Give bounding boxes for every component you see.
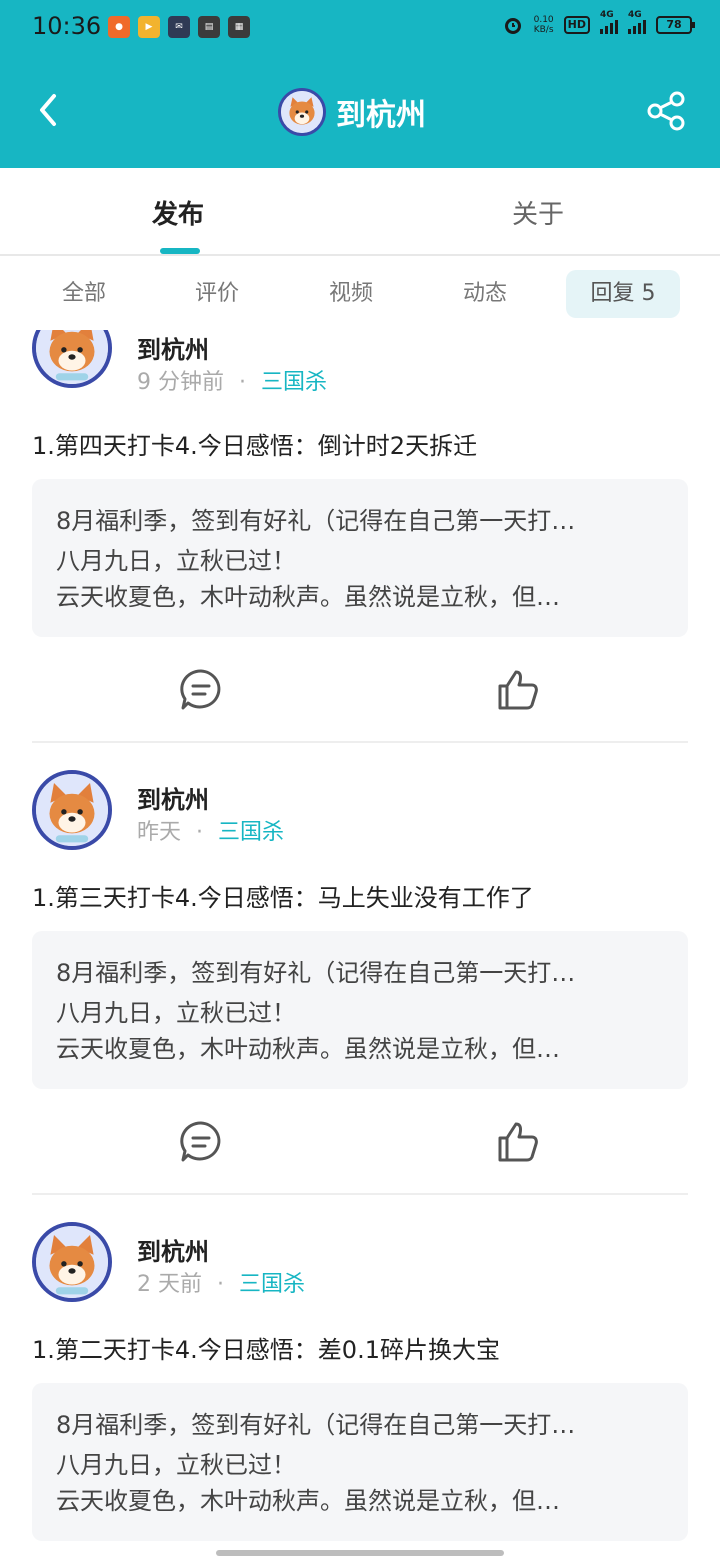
post-time: 2 天前 — [137, 1272, 202, 1297]
post-time: 9 分钟前 — [137, 370, 224, 395]
shiba-avatar-icon — [281, 91, 323, 133]
filter-bar: 全部 评价 视频 动态 回复 5 — [0, 256, 720, 330]
filter-videos[interactable]: 视频 — [329, 270, 373, 318]
meta-separator: · — [239, 370, 246, 395]
filter-moments[interactable]: 动态 — [463, 270, 507, 318]
quote-line: 八月九日，立秋已过！ — [56, 1451, 296, 1479]
filter-reviews[interactable]: 评价 — [195, 270, 239, 318]
status-right: 0.10 KB/s HD 4G 4G 78 — [502, 10, 695, 36]
post-time: 昨天 — [137, 820, 182, 845]
shiba-avatar-icon — [36, 1226, 108, 1298]
home-indicator[interactable] — [216, 1550, 504, 1556]
page-title: 到杭州 — [336, 98, 426, 133]
post-divider — [32, 1193, 688, 1195]
shiba-avatar-icon — [36, 774, 108, 846]
status-bar: 10:36 ● ▶ ✉ ▤ ▦ 0.10 KB/s HD 4G 4G 78 — [0, 0, 720, 56]
game-link[interactable]: 三国杀 — [218, 820, 284, 845]
app-notification-icon: ● — [108, 16, 130, 38]
tab-about[interactable]: 关于 — [512, 194, 564, 231]
quote-line: 云天收夏色，木叶动秋声。虽然说是立秋，但… — [56, 1035, 560, 1063]
author-name[interactable]: 到杭州 — [137, 780, 209, 815]
speed-value: 0.10 — [533, 15, 554, 25]
quote-line: 云天收夏色，木叶动秋声。虽然说是立秋，但… — [56, 583, 560, 611]
net-label-1: 4G — [600, 10, 614, 20]
meta-separator: · — [217, 1272, 224, 1297]
shiba-avatar-icon — [36, 330, 108, 384]
hd-badge: HD — [563, 16, 590, 34]
quoted-post[interactable]: 8月福利季，签到有好礼（记得在自己第一天打… 八月九日，立秋已过！ 云天收夏色，… — [32, 1383, 688, 1541]
thumbs-up-icon[interactable] — [496, 668, 540, 712]
post-meta: 9 分钟前 · 三国杀 — [137, 364, 327, 396]
tab-bar: 发布 关于 — [0, 168, 720, 256]
post-text[interactable]: 1.第三天打卡4.今日感悟：马上失业没有工作了 — [32, 878, 534, 913]
tieba-icon: ▦ — [228, 16, 250, 38]
quote-line: 8月福利季，签到有好礼（记得在自己第一天打… — [56, 959, 576, 987]
quoted-post[interactable]: 8月福利季，签到有好礼（记得在自己第一天打… 八月九日，立秋已过！ 云天收夏色，… — [32, 931, 688, 1089]
post-text[interactable]: 1.第四天打卡4.今日感悟：倒计时2天拆迁 — [32, 426, 477, 461]
news-app-icon: ▤ — [198, 16, 220, 38]
quoted-post[interactable]: 8月福利季，签到有好礼（记得在自己第一天打… 八月九日，立秋已过！ 云天收夏色，… — [32, 479, 688, 637]
author-name[interactable]: 到杭州 — [137, 1232, 209, 1267]
quote-line: 八月九日，立秋已过！ — [56, 999, 296, 1027]
net-label-2: 4G — [628, 10, 642, 20]
comment-icon[interactable] — [179, 1120, 223, 1164]
signal-1-icon: 4G — [600, 10, 618, 34]
header-title-group: 到杭州 — [278, 88, 426, 136]
tab-indicator — [160, 248, 200, 254]
filter-replies[interactable]: 回复 5 — [566, 270, 680, 318]
top-bar: 10:36 ● ▶ ✉ ▤ ▦ 0.10 KB/s HD 4G 4G 78 到杭… — [0, 0, 720, 168]
avatar[interactable] — [32, 330, 112, 388]
header-avatar[interactable] — [278, 88, 326, 136]
game-link[interactable]: 三国杀 — [261, 370, 327, 395]
meta-separator: · — [196, 820, 204, 845]
filter-all[interactable]: 全部 — [62, 270, 106, 318]
comment-icon[interactable] — [179, 668, 223, 712]
post-divider — [32, 741, 688, 743]
tab-publish[interactable]: 发布 — [152, 194, 204, 231]
avatar[interactable] — [32, 770, 112, 850]
post-meta: 2 天前 · 三国杀 — [137, 1266, 305, 1298]
speed-unit: KB/s — [533, 25, 554, 35]
status-time: 10:36 — [32, 12, 102, 40]
post-text[interactable]: 1.第二天打卡4.今日感悟：差0.1碎片换大宝 — [32, 1330, 500, 1365]
notification-icons: ● ▶ ✉ ▤ ▦ — [108, 16, 250, 38]
back-arrow-icon[interactable] — [30, 88, 74, 132]
post-feed: 到杭州 9 分钟前 · 三国杀 1.第四天打卡4.今日感悟：倒计时2天拆迁 8月… — [0, 330, 720, 1560]
avatar[interactable] — [32, 1222, 112, 1302]
battery-icon: 78 — [656, 16, 695, 34]
signal-2-icon: 4G — [628, 10, 646, 34]
alarm-icon — [504, 18, 521, 34]
network-speed: 0.10 KB/s — [534, 15, 554, 35]
author-name[interactable]: 到杭州 — [137, 330, 209, 365]
video-app-icon: ▶ — [138, 16, 160, 38]
quote-line: 8月福利季，签到有好礼（记得在自己第一天打… — [56, 507, 576, 535]
game-link[interactable]: 三国杀 — [239, 1272, 305, 1297]
share-icon[interactable] — [646, 90, 688, 132]
quote-line: 八月九日，立秋已过！ — [56, 547, 296, 575]
mail-icon: ✉ — [168, 16, 190, 38]
quote-line: 云天收夏色，木叶动秋声。虽然说是立秋，但… — [56, 1487, 560, 1515]
post-meta: 昨天 · 三国杀 — [137, 814, 284, 846]
thumbs-up-icon[interactable] — [496, 1120, 540, 1164]
quote-line: 8月福利季，签到有好礼（记得在自己第一天打… — [56, 1411, 576, 1439]
